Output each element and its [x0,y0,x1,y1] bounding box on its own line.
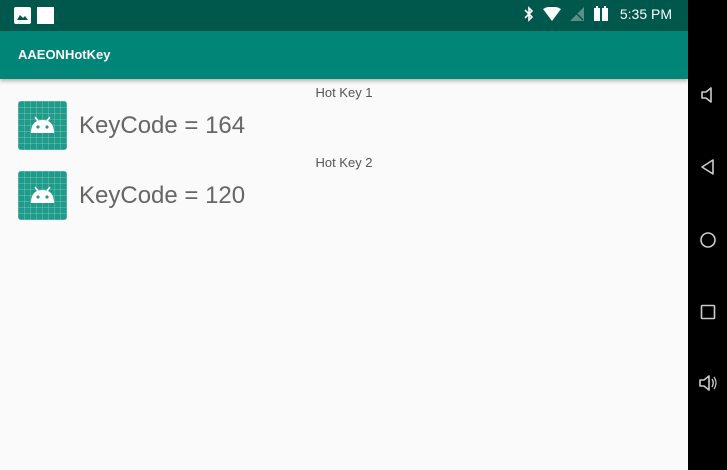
no-sim-icon [569,7,584,21]
square-notification-icon [37,7,54,24]
keycode-text: KeyCode = 120 [79,181,246,209]
hotkey-label: Hot Key 2 [315,155,373,170]
recents-icon[interactable] [699,303,717,321]
hotkey-label: Hot Key 1 [315,85,373,100]
wifi-icon [542,7,561,21]
home-icon[interactable] [699,231,717,249]
volume-up-icon[interactable] [699,374,717,392]
hotkey-row[interactable]: KeyCode = 120 [18,171,245,220]
hotkey-list: Hot Key 1 KeyCode = 164 Hot Key 2 KeyCod… [0,79,688,470]
back-icon[interactable] [699,158,717,176]
bluetooth-icon [524,6,534,22]
keycode-text: KeyCode = 164 [79,111,246,139]
android-launcher-icon [18,171,67,220]
status-bar: 5:35 PM [0,0,688,31]
volume-down-icon[interactable] [699,86,717,104]
app-bar: AAEONHotKey [0,31,688,79]
status-time: 5:35 PM [619,6,672,22]
android-launcher-icon [18,101,67,150]
gallery-icon [14,7,31,24]
hotkey-row[interactable]: KeyCode = 164 [18,101,245,150]
app-title: AAEONHotKey [18,47,111,62]
app-screen: 5:35 PM AAEONHotKey Hot Key 1 KeyCode = … [0,0,688,470]
navigation-bar [688,0,727,470]
battery-icon [593,6,609,22]
